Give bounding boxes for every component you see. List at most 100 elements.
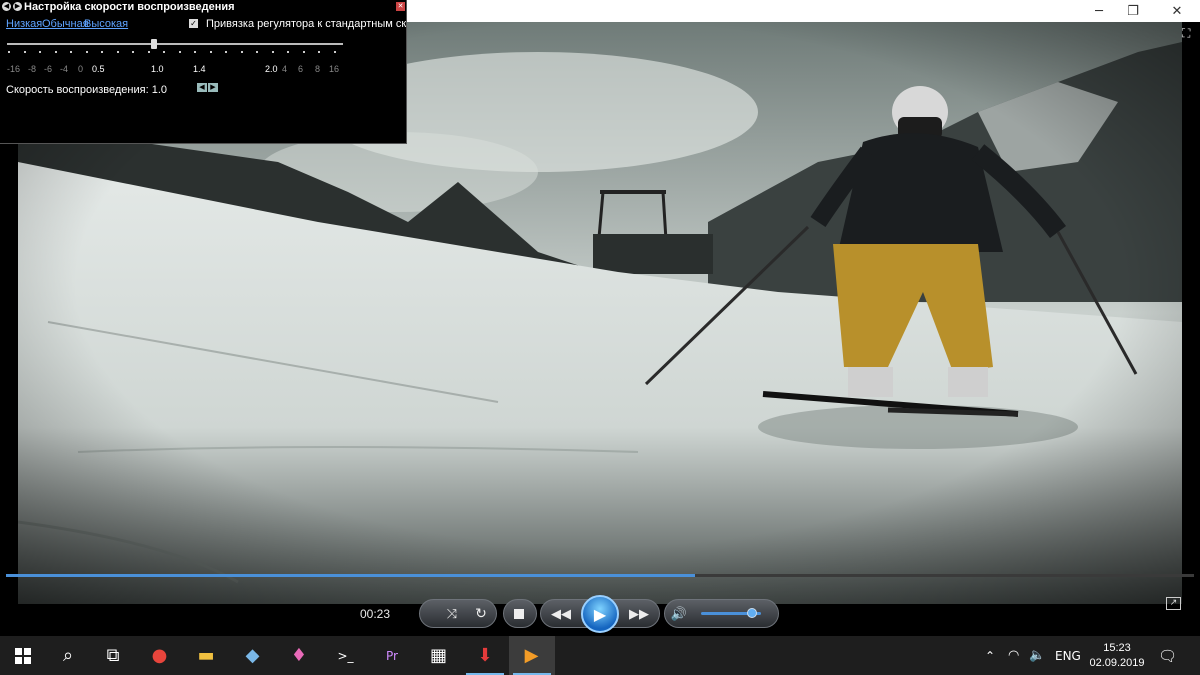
speed-tick: [132, 51, 134, 53]
speed-tick: [178, 51, 181, 53]
playback-speed-dialog: ◀ ▶ Настройка скорости воспроизведения ✕…: [0, 0, 407, 144]
dialog-close-button[interactable]: ✕: [396, 2, 405, 11]
language-indicator[interactable]: ENG: [1055, 636, 1081, 675]
search-icon: ⌕: [62, 645, 74, 666]
speed-tick: [147, 51, 150, 53]
taskbar-media-player-button[interactable]: ▶: [508, 636, 555, 675]
speed-tick: [240, 51, 243, 53]
dialog-title: Настройка скорости воспроизведения: [24, 1, 235, 13]
speed-tick-label: 1.4: [193, 64, 206, 74]
notifications-icon[interactable]: 🗨: [1158, 636, 1177, 675]
windows-logo-icon: [15, 647, 31, 664]
maximize-button[interactable]: ❐: [1110, 0, 1156, 22]
taskbar-file-explorer-button[interactable]: ▬: [183, 636, 229, 675]
clock-time: 15:23: [1103, 642, 1131, 654]
previous-icon[interactable]: ◀◀: [549, 605, 573, 623]
preset-low-link[interactable]: Низкая: [6, 18, 42, 30]
play-button[interactable]: ▶: [581, 595, 619, 633]
next-icon[interactable]: ▶▶: [627, 605, 651, 623]
speed-decrease-button[interactable]: ◀: [197, 83, 207, 92]
taskbar-paint-3d-button[interactable]: ♦: [276, 636, 322, 675]
speed-tick-label: -6: [44, 64, 53, 74]
stop-button[interactable]: [512, 607, 526, 621]
volume-knob[interactable]: [747, 608, 757, 618]
taskbar-task-view-button[interactable]: ⧉: [90, 636, 136, 675]
show-hidden-icons-button[interactable]: ⌃: [985, 636, 995, 675]
speed-tick: [8, 51, 10, 53]
expand-icon[interactable]: ⛶: [1182, 27, 1194, 39]
speed-tick: [23, 51, 26, 53]
speed-tick: [39, 51, 41, 53]
taskbar-calculator-button[interactable]: ▦: [416, 636, 462, 675]
repeat-icon[interactable]: ↻: [472, 605, 490, 623]
clock-date: 02.09.2019: [1089, 657, 1145, 669]
taskbar-downloader-button[interactable]: ⬇: [462, 636, 508, 675]
speed-tick-label: 2.0: [265, 64, 278, 74]
taskbar-premiere-button[interactable]: Pr: [369, 636, 415, 675]
speed-tick-label: 6: [298, 64, 304, 74]
shuffle-icon[interactable]: ⤨: [443, 605, 461, 623]
speed-tick-label: 8: [315, 64, 321, 74]
calculator-icon: ▦: [429, 645, 447, 666]
seek-bar-progress: [6, 574, 696, 577]
terminal-icon: >_: [337, 648, 354, 663]
speed-tick: [302, 51, 305, 53]
speed-increase-button[interactable]: ▶: [208, 83, 218, 92]
downloader-icon: ⬇: [477, 645, 493, 666]
previous-enhancement-icon[interactable]: ◀: [2, 2, 11, 11]
speed-tick: [101, 51, 103, 53]
chrome-icon: ●: [151, 645, 168, 666]
taskbar-app-blue-button[interactable]: ◆: [230, 636, 276, 675]
speed-tick: [85, 51, 88, 53]
file-explorer-icon: ▬: [197, 645, 215, 666]
speed-tick: [318, 51, 320, 53]
taskbar-chrome-button[interactable]: ●: [137, 636, 183, 675]
paint-3d-icon: ♦: [290, 645, 308, 666]
snap-checkbox-label: Привязка регулятора к стандартным скорос: [206, 18, 406, 30]
speed-tick-label: -16: [7, 64, 21, 74]
next-enhancement-icon[interactable]: ▶: [13, 2, 22, 11]
preset-high-link[interactable]: Высокая: [84, 18, 128, 30]
start-button[interactable]: [0, 636, 46, 675]
speed-tick: [54, 51, 57, 53]
speed-tick-label: -8: [28, 64, 37, 74]
speed-tick: [163, 51, 165, 53]
volume-icon[interactable]: 🔊: [670, 605, 688, 623]
wifi-icon[interactable]: ◠: [1008, 636, 1019, 675]
speed-tick: [333, 51, 336, 53]
speed-slider[interactable]: [7, 43, 343, 45]
app-blue-icon: ◆: [245, 645, 260, 666]
speed-tick-label: 4: [282, 64, 288, 74]
taskbar-terminal-button[interactable]: >_: [323, 636, 369, 675]
speed-tick: [271, 51, 274, 53]
taskbar-clock[interactable]: 15:23 02.09.2019: [1088, 641, 1146, 671]
speed-slider-knob[interactable]: [151, 39, 157, 49]
taskbar: ⌕ ⧉ ● ▬ ◆ ♦ >_ Pr ▦ ⬇ ▶ ⌃ ◠ 🔈 ENG 🗨: [0, 636, 1200, 675]
switch-to-library-icon[interactable]: ↗: [1166, 597, 1181, 610]
task-view-icon: ⧉: [106, 645, 120, 666]
play-icon: ▶: [593, 604, 607, 624]
elapsed-time: 00:23: [360, 607, 391, 621]
speed-tick: [225, 51, 227, 53]
search-button[interactable]: ⌕: [45, 636, 91, 675]
speed-tick: [256, 51, 258, 53]
speed-tick-label: 16: [329, 64, 340, 74]
speed-tick: [116, 51, 119, 53]
speed-tick-label: 1.0: [151, 64, 164, 74]
premiere-icon: Pr: [386, 648, 398, 663]
speed-tick: [287, 51, 289, 53]
speed-tick-label: 0: [78, 64, 84, 74]
speed-tick-label: -4: [60, 64, 69, 74]
seek-bar[interactable]: [6, 574, 1194, 577]
current-speed-label: Скорость воспроизведения: 1.0: [6, 84, 167, 96]
speed-tick-label: 0.5: [92, 64, 105, 74]
speaker-icon[interactable]: 🔈: [1029, 636, 1045, 675]
speed-tick: [194, 51, 196, 53]
speed-tick: [70, 51, 72, 53]
close-button[interactable]: ✕: [1154, 0, 1200, 22]
screen: ─ ❐ ✕ ⛶ 00:23 ⤨ ↻ ◀◀ ▶ ▶▶ 🔊 ↗ ◀ ▶ Настро…: [0, 0, 1200, 675]
media-player-icon: ▶: [524, 645, 539, 666]
snap-checkbox[interactable]: ✓: [189, 19, 198, 28]
speed-tick: [209, 51, 212, 53]
preset-normal-link[interactable]: Обычная: [42, 18, 89, 30]
